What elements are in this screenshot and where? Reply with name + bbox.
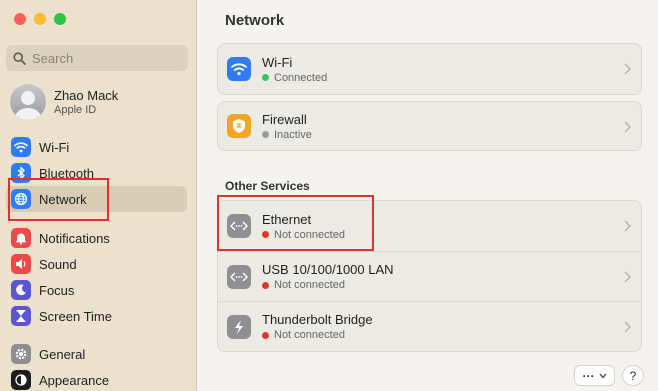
question-mark-icon: ?	[629, 368, 637, 383]
moon-icon	[11, 280, 31, 300]
help-button[interactable]: ?	[622, 365, 644, 386]
chevron-right-icon	[624, 220, 631, 232]
sidebar-item-sound[interactable]: Sound	[6, 251, 187, 277]
service-title: Thunderbolt Bridge	[262, 312, 373, 327]
person-icon	[15, 91, 41, 120]
status-text: Inactive	[274, 128, 312, 141]
service-status: Inactive	[262, 129, 312, 141]
status-dot-icon	[262, 331, 269, 339]
chevron-down-icon	[598, 373, 607, 379]
search-input[interactable]	[32, 50, 182, 66]
window-controls	[14, 13, 66, 25]
status-dot-icon	[262, 281, 269, 289]
service-row-thunderbolt-bridge[interactable]: Thunderbolt Bridge Not connected	[218, 301, 641, 351]
close-button[interactable]	[14, 13, 26, 25]
page-title: Network	[225, 12, 285, 29]
bell-icon	[11, 228, 31, 248]
appearance-icon	[11, 370, 31, 390]
sidebar-item-label: Focus	[39, 282, 75, 298]
sidebar-item-label: Screen Time	[39, 308, 112, 324]
apple-id-account[interactable]: Zhao Mack Apple ID	[10, 84, 118, 120]
sidebar-nav-group-3: General Appearance	[6, 341, 187, 391]
minimize-button[interactable]	[34, 13, 46, 25]
service-title: USB 10/100/1000 LAN	[262, 262, 394, 277]
sidebar-item-notifications[interactable]: Notifications	[6, 225, 187, 251]
sidebar-item-appearance[interactable]: Appearance	[6, 367, 187, 391]
user-name: Zhao Mack	[54, 88, 119, 103]
sidebar-item-wifi[interactable]: Wi-Fi	[6, 134, 187, 160]
service-row-wifi[interactable]: Wi-Fi Connected	[218, 44, 641, 94]
chevron-right-icon	[624, 321, 631, 333]
search-field[interactable]	[6, 45, 188, 71]
sidebar-item-label: Wi-Fi	[39, 139, 70, 155]
search-icon	[13, 51, 26, 65]
wifi-icon	[11, 137, 31, 157]
gear-icon	[11, 344, 31, 364]
chevron-right-icon	[624, 121, 631, 133]
sidebar-item-label: General	[39, 346, 86, 362]
sidebar-item-focus[interactable]: Focus	[6, 277, 187, 303]
service-row-firewall[interactable]: Firewall Inactive	[218, 102, 641, 150]
service-status: Not connected	[262, 279, 394, 291]
status-text: Not connected	[274, 329, 345, 341]
thunderbolt-icon	[227, 314, 251, 339]
avatar	[10, 84, 46, 120]
speaker-icon	[11, 254, 31, 274]
sidebar: Zhao Mack Apple ID Wi-Fi Bluetooth	[0, 0, 197, 391]
firewall-card: Firewall Inactive	[217, 101, 642, 151]
service-title: Firewall	[262, 111, 307, 127]
highlight-box-network	[8, 178, 109, 221]
hourglass-icon	[11, 306, 31, 326]
service-status: Connected	[262, 72, 327, 84]
service-status: Not connected	[262, 329, 373, 341]
section-title-other-services: Other Services	[225, 179, 310, 193]
sidebar-item-label: Notifications	[39, 230, 110, 246]
highlight-box-ethernet	[217, 195, 374, 251]
shield-icon	[227, 114, 251, 138]
chevron-right-icon	[624, 63, 631, 75]
sidebar-nav-group-2: Notifications Sound Focus Screen Time	[6, 225, 187, 329]
wifi-icon	[227, 57, 251, 81]
sidebar-item-label: Sound	[39, 256, 77, 272]
ellipsis-icon: ···	[582, 368, 595, 383]
zoom-button[interactable]	[54, 13, 66, 25]
main-content: Network Wi-Fi Connected Firewall Inactiv…	[197, 0, 658, 391]
status-dot-icon	[262, 131, 269, 138]
ethernet-icon	[227, 264, 251, 289]
service-title: Wi-Fi	[262, 54, 293, 70]
sidebar-item-general[interactable]: General	[6, 341, 187, 367]
chevron-right-icon	[624, 271, 631, 283]
services-card: Wi-Fi Connected	[217, 43, 642, 95]
sidebar-item-screen-time[interactable]: Screen Time	[6, 303, 187, 329]
user-subtitle: Apple ID	[54, 104, 97, 116]
status-text: Not connected	[274, 279, 345, 291]
status-text: Connected	[274, 71, 328, 84]
sidebar-item-label: Appearance	[39, 372, 110, 388]
service-row-usb-lan[interactable]: USB 10/100/1000 LAN Not connected	[218, 251, 641, 301]
more-options-button[interactable]: ···	[574, 365, 615, 386]
status-dot-icon	[262, 74, 269, 81]
system-settings-window: Zhao Mack Apple ID Wi-Fi Bluetooth	[0, 0, 658, 391]
